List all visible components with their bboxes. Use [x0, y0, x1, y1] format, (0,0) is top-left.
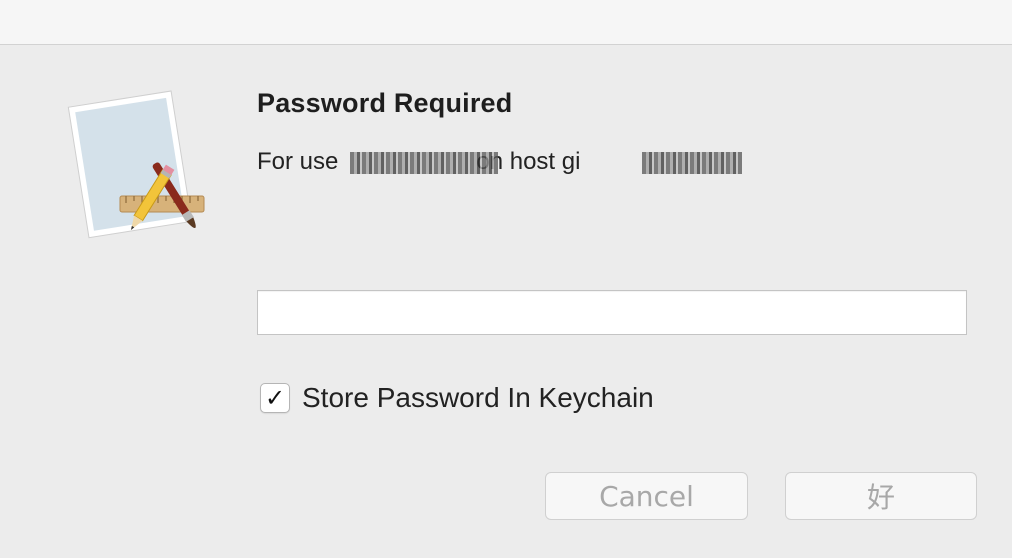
cancel-button[interactable]: Cancel	[545, 472, 748, 520]
store-password-label: Store Password In Keychain	[302, 382, 654, 413]
ok-button[interactable]: 好	[785, 472, 977, 520]
password-field[interactable]	[257, 290, 967, 335]
store-password-checkbox[interactable]: ✓	[260, 383, 290, 413]
xcode-pencil-brush-ruler-icon	[67, 90, 205, 239]
store-password-checkbox-row[interactable]: ✓ Store Password In Keychain	[260, 380, 654, 416]
redacted-hostname	[642, 152, 742, 174]
app-icon	[62, 84, 212, 244]
redacted-username	[350, 152, 498, 174]
window-titlebar	[0, 0, 1012, 45]
dialog-title: Password Required	[257, 88, 513, 118]
check-mark-icon: ✓	[264, 384, 286, 412]
message-prefix: For use	[257, 148, 339, 175]
